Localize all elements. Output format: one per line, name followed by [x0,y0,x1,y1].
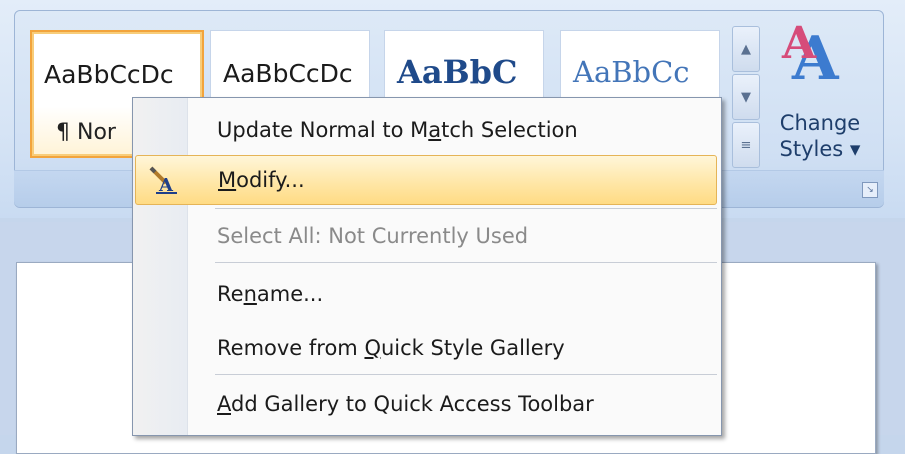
menu-item-select-all: Select All: Not Currently Used [135,212,717,260]
menu-separator [215,374,717,375]
change-styles-icon: AA [782,18,839,94]
menu-item-remove-from-gallery[interactable]: Remove from Quick Style Gallery [135,324,717,372]
menu-item-rename[interactable]: Rename... [135,270,717,318]
change-styles-label-1: Change [779,111,861,135]
style-sample: AaBbC [397,53,518,91]
scroll-down-icon[interactable]: ▼ [732,74,760,120]
scroll-up-icon[interactable]: ▲ [732,26,760,72]
menu-item-modify[interactable]: A Modify... [135,155,717,205]
menu-separator [215,262,717,263]
menu-item-label: Update Normal to Match Selection [217,118,578,142]
gallery-scroll: ▲ ▼ ≡ [732,26,760,168]
menu-item-add-to-qat[interactable]: Add Gallery to Quick Access Toolbar [135,380,717,428]
modify-style-icon: A [149,166,177,194]
style-sample: AaBbCcDc [223,59,353,88]
menu-item-label: Rename... [217,282,324,306]
menu-separator [215,208,717,209]
change-styles-button[interactable]: AA Change Styles ▾ [770,18,870,174]
menu-item-label: Modify... [218,168,305,192]
style-caption: ¶ Nor [56,120,116,145]
menu-item-label: Add Gallery to Quick Access Toolbar [217,392,594,416]
svg-text:A: A [158,175,174,194]
dialog-launcher-icon[interactable]: ↘ [862,182,878,198]
menu-item-update-normal[interactable]: Update Normal to Match Selection [135,106,717,154]
menu-item-label: Remove from Quick Style Gallery [217,336,565,360]
context-menu: Update Normal to Match Selection A Modif… [132,97,722,436]
style-sample: AaBbCcDc [44,60,174,89]
gallery-more-icon[interactable]: ≡ [732,122,760,168]
style-sample: AaBbCc [573,55,690,89]
menu-item-label: Select All: Not Currently Used [217,224,529,248]
change-styles-label-2: Styles ▾ [779,137,861,161]
